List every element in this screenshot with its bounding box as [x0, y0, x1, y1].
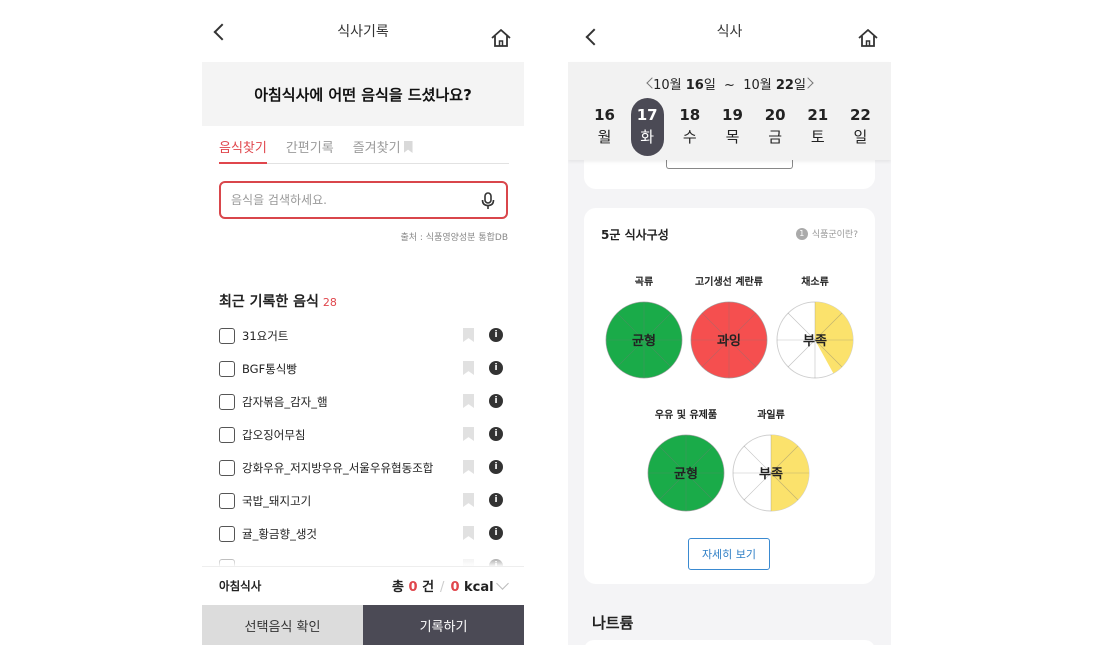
bookmark-icon[interactable]: [463, 526, 474, 540]
info-icon[interactable]: i: [489, 526, 503, 540]
date-range: 10월 16일 ~ 10월 22일: [568, 74, 891, 93]
food-group-fruit: 과일류 부족: [731, 406, 811, 513]
meal-question: 아침식사에 어떤 음식을 드셨나요?: [202, 62, 524, 126]
meal-totals: 총 0 건/0 kcal: [392, 580, 494, 595]
list-item[interactable]: 감자볶음_감자_햄 i: [219, 385, 509, 418]
checkbox[interactable]: [219, 327, 235, 344]
list-fade: [202, 553, 524, 567]
view-details-button[interactable]: 자세히 보기: [688, 538, 770, 570]
checkbox[interactable]: [219, 459, 235, 476]
list-item[interactable]: 갑오징어무침 i: [219, 418, 509, 451]
sodium-card: [584, 640, 875, 645]
back-icon[interactable]: [585, 28, 603, 46]
food-group-dairy: 우유 및 유제품 균형: [646, 406, 726, 513]
home-icon[interactable]: [857, 28, 879, 48]
meal-summary: 아침식사 총 0 건/0 kcal: [202, 566, 524, 605]
info-icon[interactable]: i: [489, 427, 503, 441]
day-16[interactable]: 16 월: [588, 98, 621, 156]
tab-quick-record[interactable]: 간편기록: [286, 136, 334, 163]
checkbox[interactable]: [219, 426, 235, 443]
info-icon[interactable]: i: [489, 394, 503, 408]
pie-status-label: 과잉: [717, 334, 741, 349]
meal-summary-screen: 식사 10월 16일 ~ 10월 22일 16 월 17 화 18 수 19 목 20 금…: [568, 0, 891, 645]
list-item[interactable]: 31요거트 i: [219, 319, 509, 352]
food-group-meat-fish-eggs: 고기생선 계란류 과잉: [689, 273, 769, 380]
home-icon[interactable]: [490, 28, 512, 48]
bookmark-icon[interactable]: [463, 493, 474, 507]
tab-bar: 음식찾기 간편기록 즐겨찾기: [219, 136, 509, 164]
bookmark-icon[interactable]: [463, 328, 474, 342]
info-icon[interactable]: i: [489, 361, 503, 375]
info-icon[interactable]: i: [489, 493, 503, 507]
search-input[interactable]: [231, 193, 461, 207]
day-18[interactable]: 18 수: [673, 98, 706, 156]
action-buttons: 선택음식 확인 기록하기: [202, 605, 524, 645]
meal-label: 아침식사: [219, 579, 262, 593]
grains-pie: 균형: [605, 301, 683, 379]
pie-status-label: 균형: [632, 333, 656, 349]
checkbox[interactable]: [219, 393, 235, 410]
bookmark-icon[interactable]: [463, 460, 474, 474]
chevron-down-icon[interactable]: [496, 577, 509, 590]
confirm-selection-button[interactable]: 선택음식 확인: [202, 605, 363, 645]
list-item[interactable]: 귤_황금향_생것 i: [219, 517, 509, 550]
recent-foods-title: 최근 기록한 음식 28: [219, 294, 337, 310]
pie-status-label: 균형: [674, 466, 698, 482]
day-list: 16 월 17 화 18 수 19 목 20 금 21 토 22 일: [588, 98, 877, 156]
food-group-vegetables: 채소류 부족: [775, 273, 855, 380]
sodium-section-title: 나트륨: [592, 614, 634, 632]
header: 식사기록: [202, 0, 524, 62]
bookmark-icon[interactable]: [463, 361, 474, 375]
back-icon[interactable]: [213, 23, 231, 41]
number-icon: 1: [795, 227, 808, 240]
tab-food-search[interactable]: 음식찾기: [219, 136, 267, 164]
card-button-partial[interactable]: [666, 159, 793, 169]
pie-status-label: 부족: [759, 467, 783, 482]
checkbox[interactable]: [219, 492, 235, 509]
recent-count: 28: [322, 296, 337, 309]
record-button[interactable]: 기록하기: [363, 605, 524, 645]
day-22[interactable]: 22 일: [844, 98, 877, 156]
food-group-card: 5군 식사구성 1 식품군이란? 곡류 균형 고기생선 계란류 과잉 채소류 부족…: [584, 208, 875, 584]
food-record-screen: 식사기록 아침식사에 어떤 음식을 드셨나요? 음식찾기 간편기록 즐겨찾기 출…: [202, 0, 524, 645]
header: 식사: [568, 0, 891, 62]
list-item[interactable]: 강화우유_저지방우유_서울우유협동조합 i: [219, 451, 509, 484]
week-selector: 10월 16일 ~ 10월 22일 16 월 17 화 18 수 19 목 20 금 21…: [568, 62, 891, 160]
search-box: [219, 181, 508, 219]
question-text: 아침식사에 어떤 음식을 드셨나요?: [254, 85, 472, 104]
food-group-help-link[interactable]: 1 식품군이란?: [795, 227, 858, 240]
data-source: 출처 : 식품영양성분 통합DB: [400, 233, 508, 243]
day-20[interactable]: 20 금: [759, 98, 792, 156]
bookmark-icon[interactable]: [463, 394, 474, 408]
fruit-pie: 부족: [732, 434, 810, 512]
page-title: 식사: [716, 24, 743, 40]
vegetables-pie: 부족: [776, 301, 854, 379]
day-19[interactable]: 19 목: [716, 98, 749, 156]
bookmark-icon: [403, 141, 413, 153]
dairy-pie: 균형: [647, 434, 725, 512]
food-group-grains: 곡류 균형: [604, 273, 684, 380]
info-icon[interactable]: i: [489, 328, 503, 342]
food-group-title: 5군 식사구성: [601, 228, 669, 242]
recent-food-list: 31요거트 i BGF통식빵 i 감자볶음_감자_햄 i 갑오징어무침 i 강화우유_저…: [219, 319, 509, 583]
page-title: 식사기록: [337, 24, 389, 40]
checkbox[interactable]: [219, 360, 235, 377]
bookmark-icon[interactable]: [463, 427, 474, 441]
checkbox[interactable]: [219, 525, 235, 542]
microphone-icon[interactable]: [480, 192, 496, 210]
list-item[interactable]: BGF통식빵 i: [219, 352, 509, 385]
tab-favorites[interactable]: 즐겨찾기: [353, 136, 413, 163]
pie-status-label: 부족: [803, 334, 827, 349]
day-21[interactable]: 21 토: [801, 98, 834, 156]
meat-pie: 과잉: [690, 301, 768, 379]
list-item[interactable]: 국밥_돼지고기 i: [219, 484, 509, 517]
day-17-selected[interactable]: 17 화: [630, 98, 664, 156]
info-icon[interactable]: i: [489, 460, 503, 474]
